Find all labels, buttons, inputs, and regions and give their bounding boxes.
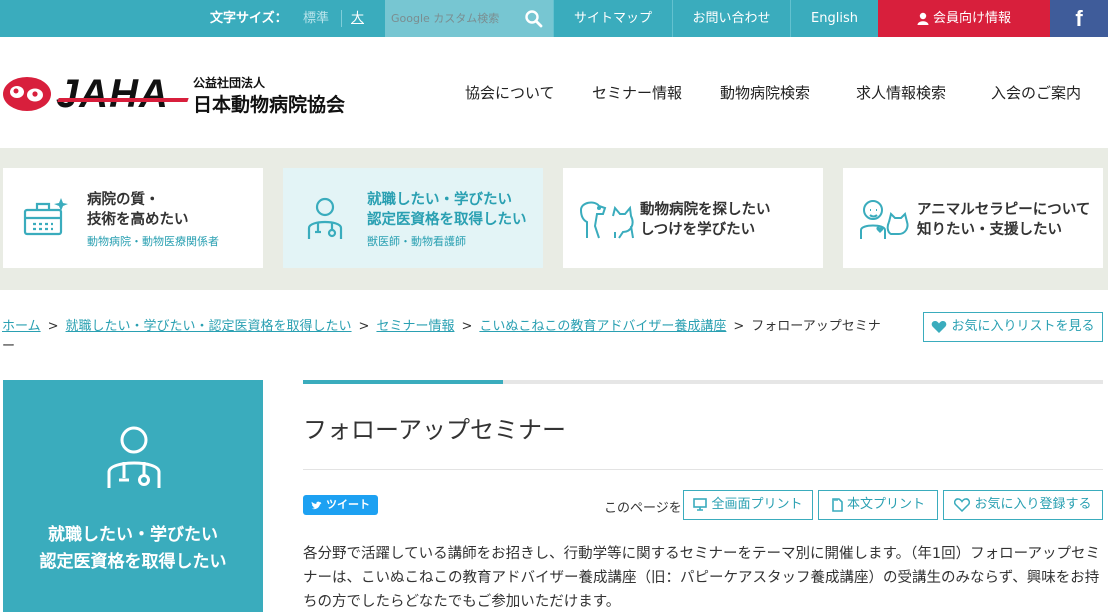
dog-cat-icon [580,201,634,239]
logo-accent-line [57,98,189,102]
category-title-line1: 動物病院を探したい [640,202,771,218]
font-size-standard-button[interactable]: 標準 [303,0,329,37]
add-favorite-button[interactable]: お気に入り登録する [943,490,1103,520]
breadcrumb-career[interactable]: 就職したい・学びたい・認定医資格を取得したい [66,319,352,334]
category-title-line1: アニマルセラピーについて [917,202,1091,218]
search-box [385,0,553,37]
monitor-icon [693,498,708,511]
category-title-line2: しつけを学びたい [640,222,756,238]
category-subtitle: 獣医師・動物看護師 [367,235,466,248]
contact-link[interactable]: お問い合わせ [672,0,790,37]
logo-org-name: 日本動物病院協会 [193,94,346,116]
site-logo[interactable]: JAHA 公益社団法人 日本動物病院協会 [2,70,372,118]
logo-wordmark: JAHA [56,72,169,116]
category-career-certification[interactable]: 就職したい・学びたい 認定医資格を取得したい 獣医師・動物看護師 [283,168,543,268]
font-size-large-button[interactable]: 大 [351,0,364,37]
breadcrumb-separator: > [358,319,370,334]
divider [303,469,1103,470]
heart-icon [932,320,947,333]
breadcrumb-separator: > [461,319,473,334]
sidebar-category-panel: 就職したい・学びたい 認定医資格を取得したい [3,380,263,612]
font-size-label: 文字サイズ： [210,11,288,26]
search-input[interactable] [391,9,523,28]
therapy-icon [860,200,909,239]
breadcrumb-advisor-course[interactable]: こいぬこねこの教育アドバイザー養成講座 [479,319,726,334]
tweet-label: ツイート [326,498,370,511]
nav-job-search[interactable]: 求人情報検索 [856,82,946,104]
user-icon [917,12,929,25]
category-hospital-quality[interactable]: 病院の質・ 技術を高めたい 動物病院・動物医療関係者 [3,168,263,268]
facebook-icon[interactable]: f [1050,0,1108,37]
sidebar-title: 就職したい・学びたい 認定医資格を取得したい [3,522,263,576]
jaha-mark-icon [3,77,51,111]
breadcrumb-separator: > [47,319,59,334]
title-rule [303,380,1103,384]
page-title: フォローアップセミナー [303,416,567,444]
english-link[interactable]: English [790,0,878,37]
favorites-list-label: お気に入りリストを見る [951,319,1095,334]
category-title-line1: 就職したい・学びたい [367,192,512,208]
breadcrumb-seminar[interactable]: セミナー情報 [376,319,454,334]
breadcrumb-separator: > [733,319,745,334]
category-subtitle: 動物病院・動物医療関係者 [87,235,219,248]
heart-outline-icon [954,497,971,512]
print-full-label: 全画面プリント [711,497,803,512]
sidebar-title-line2: 認定医資格を取得したい [39,552,227,572]
this-page-label: このページを [604,501,682,516]
intro-paragraph: 各分野で活躍している講師をお招きし、行動学等に関するセミナーをテーマ別に開催しま… [303,546,1101,610]
tweet-button[interactable]: ツイート [303,495,378,515]
sitemap-link[interactable]: サイトマップ [553,0,672,37]
font-size-divider [341,10,342,27]
nav-membership[interactable]: 入会のご案内 [991,82,1081,104]
favorites-list-button[interactable]: お気に入りリストを見る [923,312,1103,342]
category-title-line2: 認定医資格を取得したい [367,212,527,228]
doctor-icon [307,197,343,239]
search-icon[interactable] [523,8,545,30]
title-rule-accent [303,380,503,384]
member-info-button[interactable]: 会員向け情報 [878,0,1050,37]
category-title-line1: 病院の質・ [87,192,160,208]
sidebar-title-line1: 就職したい・学びたい [48,525,218,545]
category-animal-therapy[interactable]: アニマルセラピーについて 知りたい・支援したい [843,168,1103,268]
category-title-line2: 技術を高めたい [87,212,189,228]
print-full-button[interactable]: 全画面プリント [683,490,813,520]
top-bar: 文字サイズ： 標準 大 サイトマップ お問い合わせ English 会員向け情報… [0,0,1108,37]
add-favorite-label: お気に入り登録する [974,497,1092,512]
twitter-icon [311,501,322,509]
category-title-line2: 知りたい・支援したい [917,222,1062,238]
print-body-button[interactable]: 本文プリント [818,490,938,520]
logo-org-type: 公益社団法人 [193,76,266,90]
nav-seminar[interactable]: セミナー情報 [592,82,682,104]
nav-about[interactable]: 協会について [465,82,555,104]
breadcrumb-home[interactable]: ホーム [2,319,41,334]
member-info-label: 会員向け情報 [932,11,1011,26]
nav-hospital-search[interactable]: 動物病院検索 [720,82,810,104]
document-icon [832,497,843,512]
print-body-label: 本文プリント [846,497,925,512]
breadcrumb: ホーム > 就職したい・学びたい・認定医資格を取得したい > セミナー情報 > こいぬこねこ… [2,317,882,357]
category-find-hospital[interactable]: 動物病院を探したい しつけを学びたい [563,168,823,268]
hospital-icon [23,198,68,236]
doctor-icon [107,426,161,488]
